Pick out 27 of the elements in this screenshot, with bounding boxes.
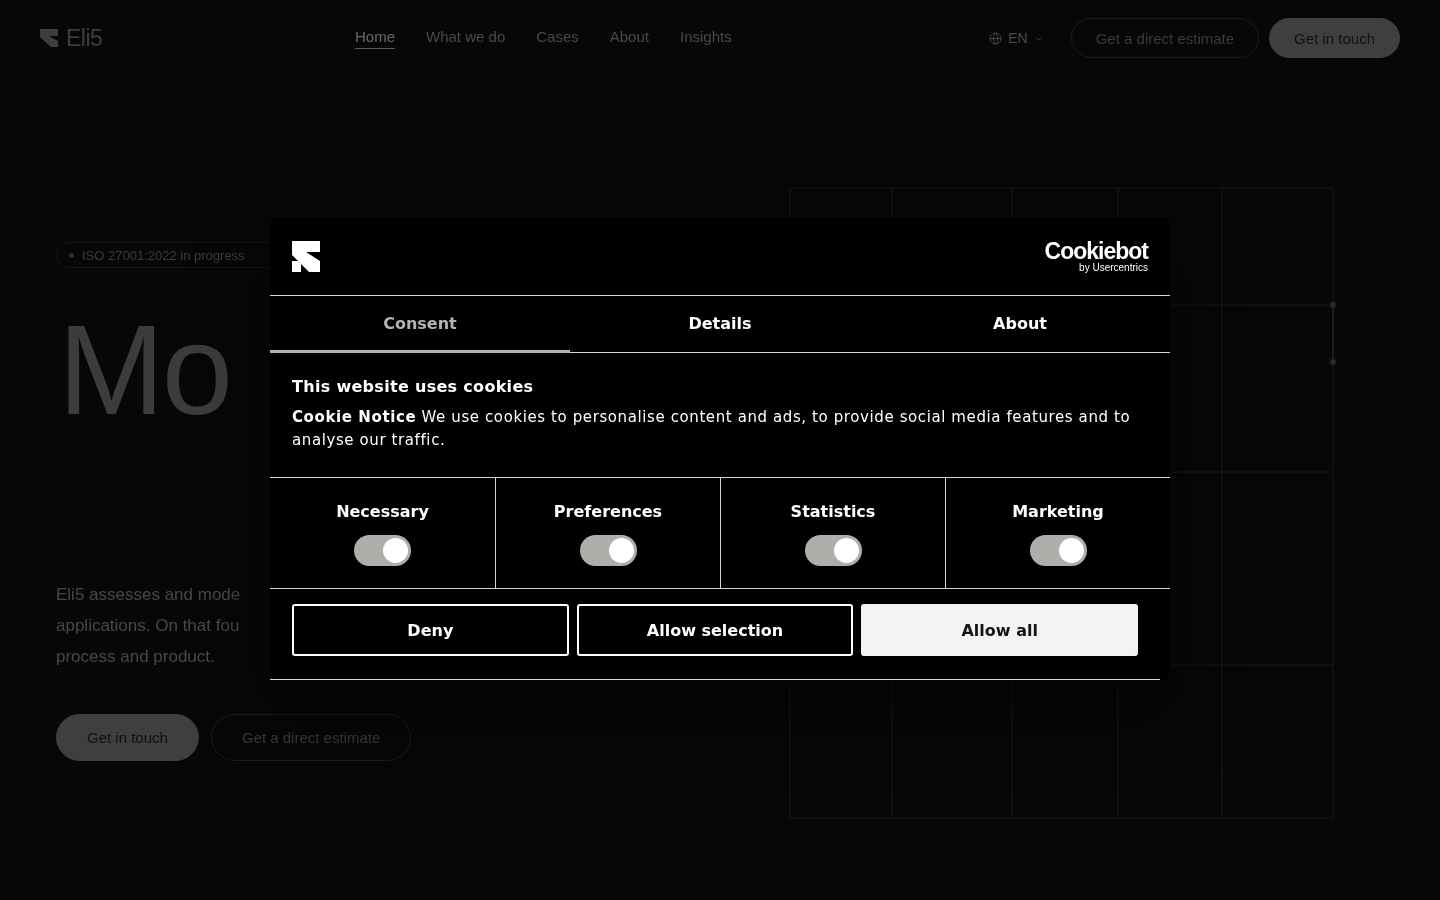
hero-paragraph: Eli5 assesses and mode applications. On that fou process and product. [56,584,242,668]
toggle-switch[interactable] [354,535,411,566]
dialog-title: This website uses cookies [292,377,535,396]
cookie-notice-text: Cookie Notice We use cookies to personalise content and ads, to provide social media features and to analyse our traffic. [292,407,1132,451]
consent-button[interactable]: Allow selection [576,604,854,656]
toggle-switch[interactable] [804,535,862,566]
nav-link[interactable]: What we do [426,27,506,49]
consent-button[interactable]: Deny [292,604,569,656]
category-label: Preferences [553,502,663,521]
logo-icon [292,241,320,272]
consent-button[interactable]: Allow all [861,604,1138,656]
cookiebot-logo: Cookiebot by Usercentrics [1044,240,1148,273]
category-label: Marketing [1012,502,1104,521]
category-label: Necessary [336,502,429,521]
globe-icon [989,31,1003,45]
nav-link[interactable]: Insights [679,27,732,49]
nav-link[interactable]: Home [355,27,395,49]
toggle-switch[interactable] [1029,535,1087,566]
nav-link[interactable]: Cases [536,27,579,49]
dialog-tab[interactable]: Consent [270,296,570,353]
toggle-switch[interactable] [579,535,637,566]
language-selector[interactable]: EN [983,29,1049,47]
dialog-tab[interactable]: Details [570,296,870,353]
logo-icon [40,29,58,47]
category-label: Statistics [790,502,876,521]
nav-link[interactable]: About [609,27,649,49]
dialog-tab[interactable]: About [870,296,1170,353]
